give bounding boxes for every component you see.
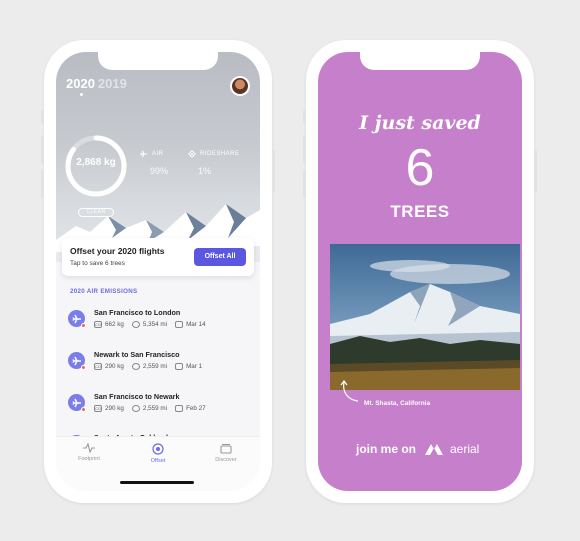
photo-caption: Mt. Shasta, California <box>364 400 431 407</box>
flight-meta: CO 662 kg 5,354 mi Mar 14 <box>94 321 214 328</box>
volume-up-button <box>303 136 306 164</box>
pulse-icon <box>83 443 95 453</box>
stat-air-label: AIR <box>152 151 164 157</box>
co2-icon: CO <box>94 363 102 370</box>
list-item[interactable]: San Francisco to London CO 662 kg 5,354 m… <box>68 308 248 342</box>
flight-co2: 290 kg <box>105 363 124 370</box>
year-2020-tab[interactable]: 2020 <box>66 76 95 91</box>
phone-frame-right: I just saved 6 TREES Mt. Shasta, Califor… <box>303 40 537 503</box>
tab-footprint[interactable]: Footprint <box>64 443 114 462</box>
notch <box>360 52 480 70</box>
year-2019-tab[interactable]: 2019 <box>98 76 127 91</box>
avatar[interactable] <box>230 76 250 96</box>
flight-co2: 662 kg <box>105 321 124 328</box>
hero-mountain-header: 2020 2019 2,868 kg AIR 99% RIDESHARE 1% … <box>56 52 260 262</box>
offset-icon <box>152 443 164 455</box>
calendar-icon <box>175 405 184 412</box>
curved-arrow-icon <box>340 380 359 402</box>
brand-name: aerial <box>450 442 480 456</box>
cards-icon <box>220 444 232 454</box>
tab-discover[interactable]: Discover <box>201 443 251 463</box>
tab-offset-label: Offset <box>150 458 166 464</box>
trees-count: 6 <box>405 139 435 197</box>
mute-switch <box>41 110 44 124</box>
calendar-icon <box>175 363 184 370</box>
join-banner: join me on aerial <box>356 442 479 456</box>
flight-distance: 5,354 mi <box>142 321 168 328</box>
distance-icon <box>131 321 140 328</box>
flight-distance: 2,559 mi <box>142 405 168 412</box>
list-item[interactable]: Newark to San Francisco CO 290 kg 2,559 m… <box>68 350 248 384</box>
clean-badge: CLEAN <box>78 208 114 217</box>
notch <box>98 52 218 70</box>
flight-distance: 2,559 mi <box>142 363 168 370</box>
stat-rideshare-label: RIDESHARE <box>200 151 240 157</box>
distance-icon <box>131 363 140 370</box>
offset-card[interactable]: Offset your 2020 flights Tap to save 6 t… <box>62 238 254 276</box>
home-indicator[interactable] <box>120 481 194 484</box>
join-text: join me on <box>356 442 416 456</box>
volume-down-button <box>303 170 306 198</box>
power-button <box>534 150 537 192</box>
flight-date: Mar 14 <box>186 321 206 328</box>
mute-switch <box>303 110 306 124</box>
app-screen: 2020 2019 2,868 kg AIR 99% RIDESHARE 1% … <box>56 52 260 491</box>
phone-frame-left: 2020 2019 2,868 kg AIR 99% RIDESHARE 1% … <box>41 40 275 503</box>
year-selector: 2020 2019 <box>66 76 127 91</box>
share-screen: I just saved 6 TREES Mt. Shasta, Califor… <box>318 52 522 491</box>
tab-discover-label: Discover <box>215 457 237 463</box>
flight-route: San Francisco to London <box>94 308 181 317</box>
distance-icon <box>131 405 140 412</box>
volume-down-button <box>41 170 44 198</box>
co2-icon: CO <box>94 405 102 412</box>
flight-meta: CO 290 kg 2,559 mi Feb 27 <box>94 405 214 412</box>
total-emissions-value: 2,868 kg <box>76 157 116 168</box>
flight-route: Newark to San Francisco <box>94 350 180 359</box>
section-title: 2020 AIR EMISSIONS <box>70 288 138 295</box>
rideshare-icon <box>188 150 196 158</box>
co2-icon: CO <box>94 321 102 328</box>
plane-icon <box>140 150 148 158</box>
calendar-icon <box>175 321 184 328</box>
flight-date: Mar 1 <box>186 363 203 370</box>
plane-icon <box>68 352 86 370</box>
stat-rideshare-value: 1% <box>198 166 212 176</box>
volume-up-button <box>41 136 44 164</box>
power-button <box>272 150 275 192</box>
mountain-photo <box>330 244 520 390</box>
offset-card-title: Offset your 2020 flights <box>70 246 165 256</box>
tab-footprint-label: Footprint <box>78 456 100 462</box>
offset-all-button[interactable]: Offset All <box>194 248 246 266</box>
flight-date: Feb 27 <box>186 405 206 412</box>
selected-year-indicator <box>80 93 83 96</box>
trees-label: TREES <box>390 202 450 221</box>
plane-icon <box>68 394 86 412</box>
list-item[interactable]: San Francisco to Newark CO 290 kg 2,559 m… <box>68 392 248 426</box>
share-headline: I just saved <box>359 112 481 134</box>
tab-offset[interactable]: Offset <box>133 443 183 464</box>
stat-air-value: 99% <box>150 166 169 176</box>
flight-meta: CO 290 kg 2,559 mi Mar 1 <box>94 363 210 370</box>
aerial-logo-icon <box>425 444 443 455</box>
flight-co2: 290 kg <box>105 405 124 412</box>
stat-rideshare: RIDESHARE 1% <box>188 150 240 176</box>
stat-air: AIR 99% <box>140 150 168 176</box>
offset-card-subtitle: Tap to save 6 trees <box>70 260 125 267</box>
plane-icon <box>68 310 86 328</box>
flight-route: San Francisco to Newark <box>94 392 180 401</box>
